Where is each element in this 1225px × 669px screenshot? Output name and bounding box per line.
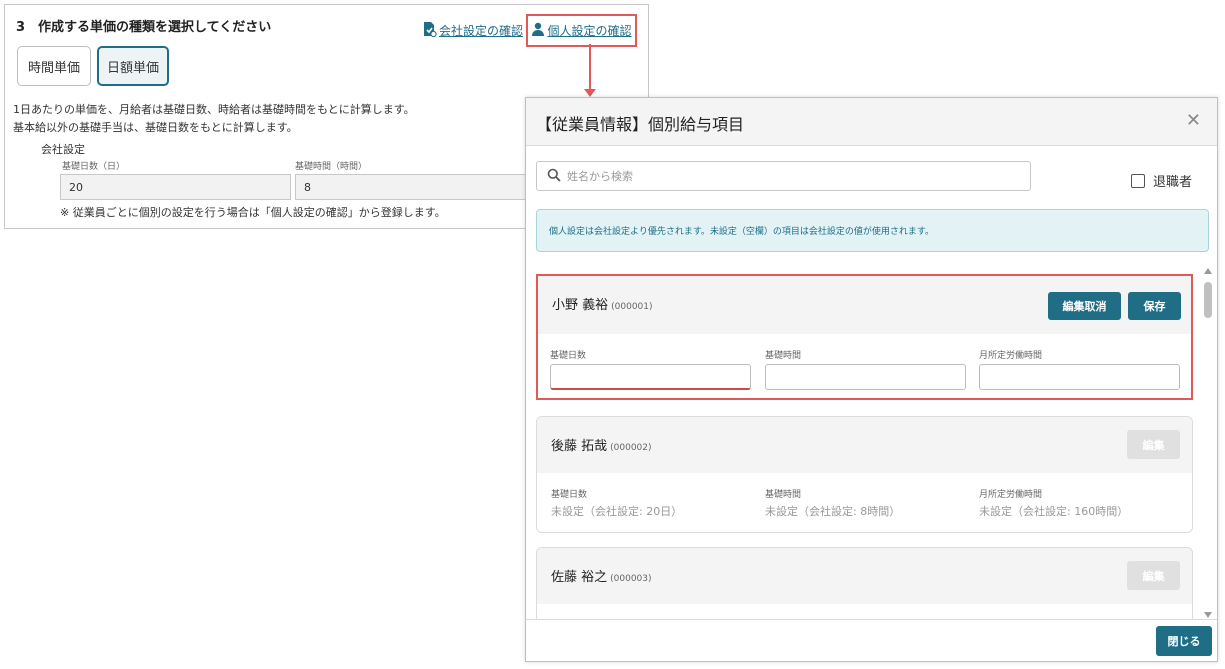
base-days-value: 未設定（会社設定: 20日）: [551, 505, 683, 518]
company-settings-link-label[interactable]: 会社設定の確認: [439, 22, 523, 39]
close-icon[interactable]: ✕: [1186, 110, 1201, 131]
base-hours-field: 8: [295, 174, 527, 200]
employee-card-body: 基礎日数 基礎時間 月所定労働時間: [538, 334, 1191, 394]
employee-search[interactable]: [536, 161, 1031, 191]
base-days-field: 20: [60, 174, 291, 200]
monthly-hours-input[interactable]: [979, 364, 1180, 390]
section-title: 3 作成する単価の種類を選択してください: [16, 20, 272, 35]
daily-unit-button[interactable]: 日額単価: [97, 46, 169, 86]
edit-button[interactable]: 編集: [1127, 430, 1180, 459]
callout-arrow-line: [589, 44, 591, 91]
person-icon: [531, 22, 545, 39]
description-line-1: 1日あたりの単価を、月給者は基礎日数、時給者は基礎時間をもとに計算します。: [13, 103, 415, 116]
search-input[interactable]: [567, 169, 1007, 183]
employee-name: 佐藤 裕之 (000003): [551, 566, 652, 585]
personal-settings-link[interactable]: 個人設定の確認: [526, 14, 637, 47]
scroll-up-icon[interactable]: [1204, 268, 1212, 274]
personal-settings-link-label[interactable]: 個人設定の確認: [547, 22, 631, 39]
employee-name-text: 小野 義裕: [552, 298, 609, 313]
info-message: 個人設定は会社設定より優先されます。未設定（空欄）の項目は会社設定の値が使用され…: [536, 209, 1209, 252]
employee-name: 小野 義裕 (000001): [552, 294, 653, 313]
employee-name: 後藤 拓哉 (000002): [551, 435, 652, 454]
description-line-2: 基本給以外の基礎手当は、基礎日数をもとに計算します。: [13, 121, 298, 134]
employee-code: (000002): [610, 443, 652, 453]
base-days-input[interactable]: [550, 364, 751, 390]
monthly-hours-label: 月所定労働時間: [979, 490, 1043, 500]
monthly-hours-label: 月所定労働時間: [979, 351, 1043, 361]
retired-filter[interactable]: 退職者: [1131, 171, 1192, 190]
employee-name-text: 後藤 拓哉: [551, 439, 608, 454]
base-days-label: 基礎日数（日）: [62, 162, 126, 172]
monthly-hours-value: 未設定（会社設定: 160時間）: [979, 505, 1129, 518]
employee-card: 後藤 拓哉 (000002) 編集 基礎日数 基礎時間 月所定労働時間 未設定（会…: [536, 416, 1193, 533]
base-hours-input[interactable]: [765, 364, 966, 390]
search-icon: [547, 167, 561, 186]
document-check-icon: [421, 21, 437, 40]
employee-card-header: 後藤 拓哉 (000002) 編集: [537, 417, 1192, 473]
employee-card: 佐藤 裕之 (000003) 編集: [536, 547, 1193, 621]
employee-card-body: 基礎日数 基礎時間 月所定労働時間 未設定（会社設定: 20日） 未設定（会社設…: [537, 473, 1192, 532]
company-settings-link[interactable]: 会社設定の確認: [421, 21, 523, 40]
hourly-unit-button[interactable]: 時間単価: [17, 46, 91, 86]
save-button[interactable]: 保存: [1128, 292, 1181, 320]
base-hours-label: 基礎時間（時間）: [295, 162, 368, 172]
base-hours-label: 基礎時間: [765, 351, 802, 361]
base-days-label: 基礎日数: [550, 351, 587, 361]
employee-code: (000001): [611, 302, 653, 312]
retired-checkbox[interactable]: [1131, 173, 1145, 188]
modal-title: 【従業員情報】個別給与項目: [536, 115, 745, 134]
employee-name-text: 佐藤 裕之: [551, 570, 608, 585]
employee-card-header: 小野 義裕 (000001) 編集取消 保存: [538, 276, 1191, 334]
employee-card-header: 佐藤 裕之 (000003) 編集: [537, 548, 1192, 604]
edit-button[interactable]: 編集: [1127, 561, 1180, 590]
close-button[interactable]: 閉じる: [1156, 626, 1212, 656]
employee-code: (000003): [610, 574, 652, 584]
scroll-thumb[interactable]: [1204, 282, 1212, 318]
employee-list[interactable]: 小野 義裕 (000001) 編集取消 保存 基礎日数 基礎時間 月所定労働時間 …: [526, 266, 1217, 621]
personal-settings-note: ※ 従業員ごとに個別の設定を行う場合は「個人設定の確認」から登録します。: [60, 206, 446, 219]
individual-pay-items-modal: 【従業員情報】個別給与項目 ✕ 退職者 個人設定は会社設定より優先されます。未設…: [525, 97, 1218, 662]
scrollbar[interactable]: [1203, 268, 1213, 618]
modal-footer: 閉じる: [526, 619, 1217, 661]
callout-arrow-head: [584, 89, 596, 97]
retired-label: 退職者: [1153, 175, 1193, 190]
base-days-label: 基礎日数: [551, 490, 588, 500]
base-hours-value: 未設定（会社設定: 8時間）: [765, 505, 901, 518]
scroll-down-icon[interactable]: [1204, 612, 1212, 618]
employee-card-editing: 小野 義裕 (000001) 編集取消 保存 基礎日数 基礎時間 月所定労働時間: [536, 274, 1193, 400]
company-setting-label: 会社設定: [41, 143, 85, 156]
modal-header: 【従業員情報】個別給与項目 ✕: [526, 98, 1217, 146]
base-hours-label: 基礎時間: [765, 490, 802, 500]
cancel-edit-button[interactable]: 編集取消: [1048, 292, 1121, 320]
